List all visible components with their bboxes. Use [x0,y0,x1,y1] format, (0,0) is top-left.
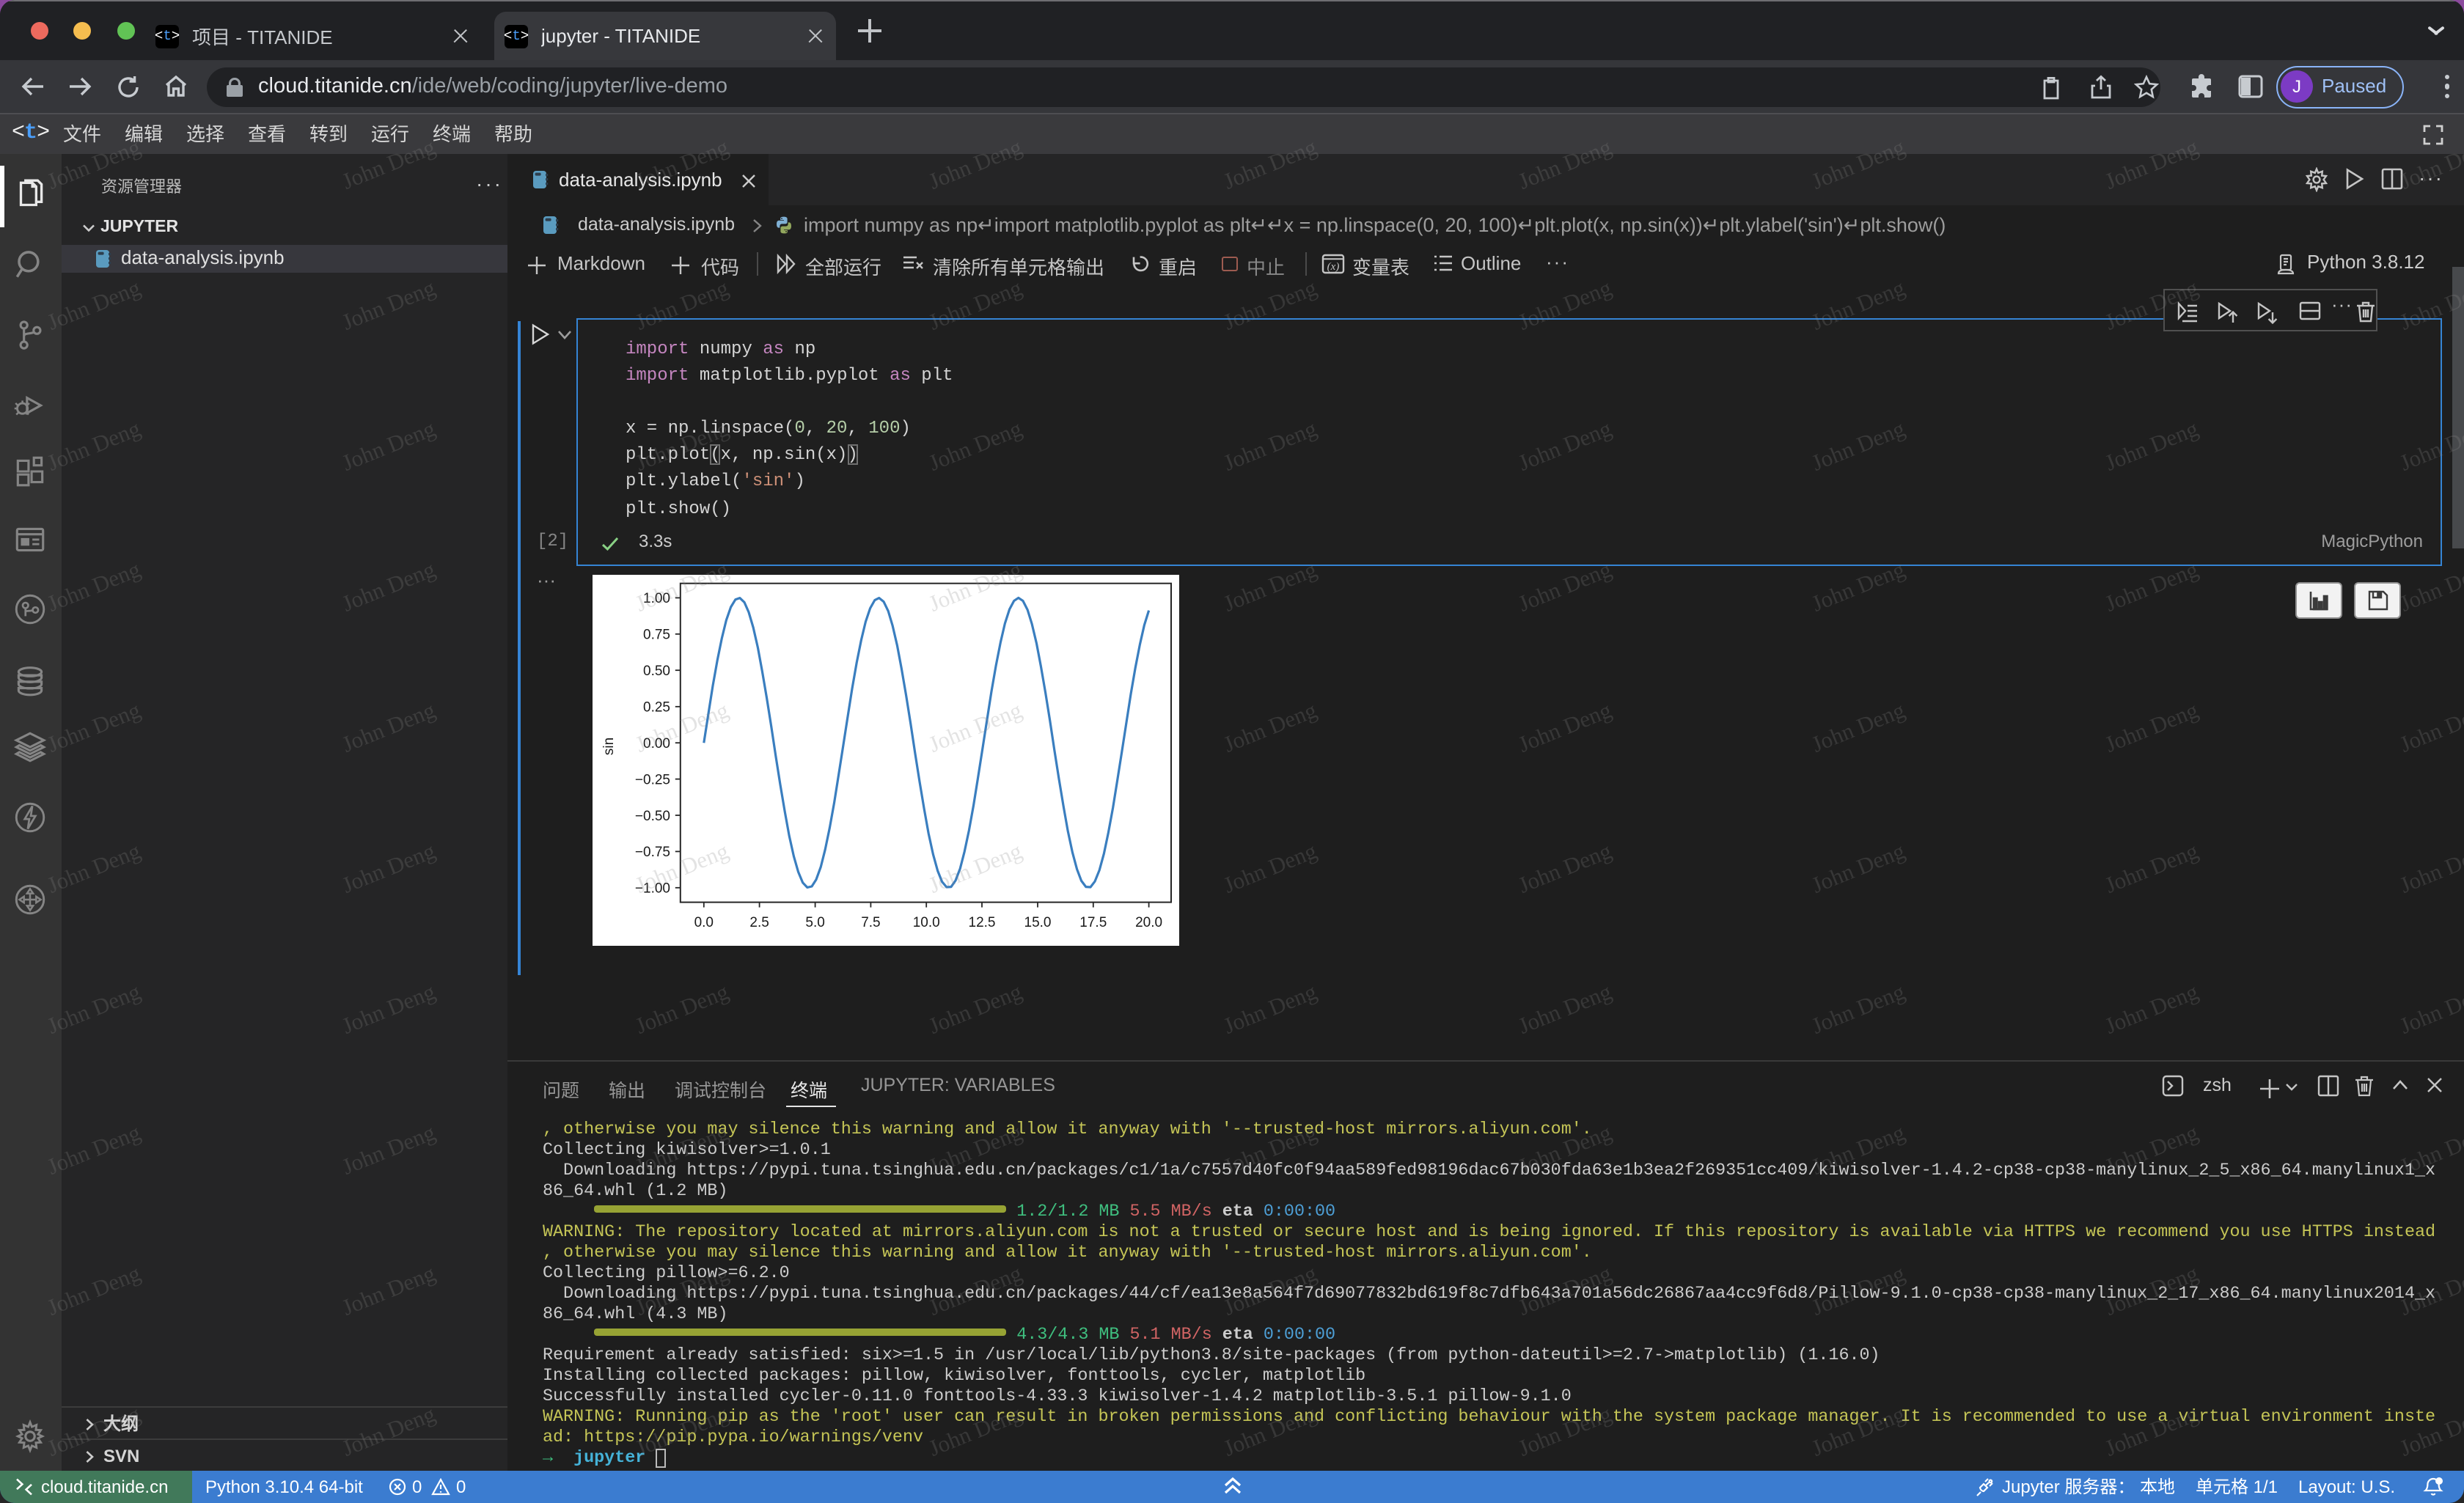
svg-text:1.00: 1.00 [642,592,670,607]
svg-text:10.0: 10.0 [912,916,939,931]
svg-text:sin: sin [601,738,616,756]
svg-text:−0.75: −0.75 [634,845,670,861]
svg-text:20.0: 20.0 [1134,916,1162,931]
svg-text:−0.25: −0.25 [634,773,670,788]
svg-text:12.5: 12.5 [968,916,995,931]
svg-text:0.50: 0.50 [642,664,670,680]
svg-text:17.5: 17.5 [1079,916,1107,931]
svg-text:0.75: 0.75 [642,628,670,643]
svg-text:0.0: 0.0 [694,916,713,931]
svg-text:0.00: 0.00 [642,737,670,752]
svg-text:2.5: 2.5 [749,916,769,931]
svg-text:0.25: 0.25 [642,700,670,716]
svg-text:15.0: 15.0 [1024,916,1051,931]
svg-text:−0.50: −0.50 [634,809,670,825]
svg-text:7.5: 7.5 [861,916,880,931]
svg-text:−1.00: −1.00 [634,881,670,897]
svg-text:5.0: 5.0 [805,916,824,931]
svg-text:(x): (x) [1327,261,1340,273]
